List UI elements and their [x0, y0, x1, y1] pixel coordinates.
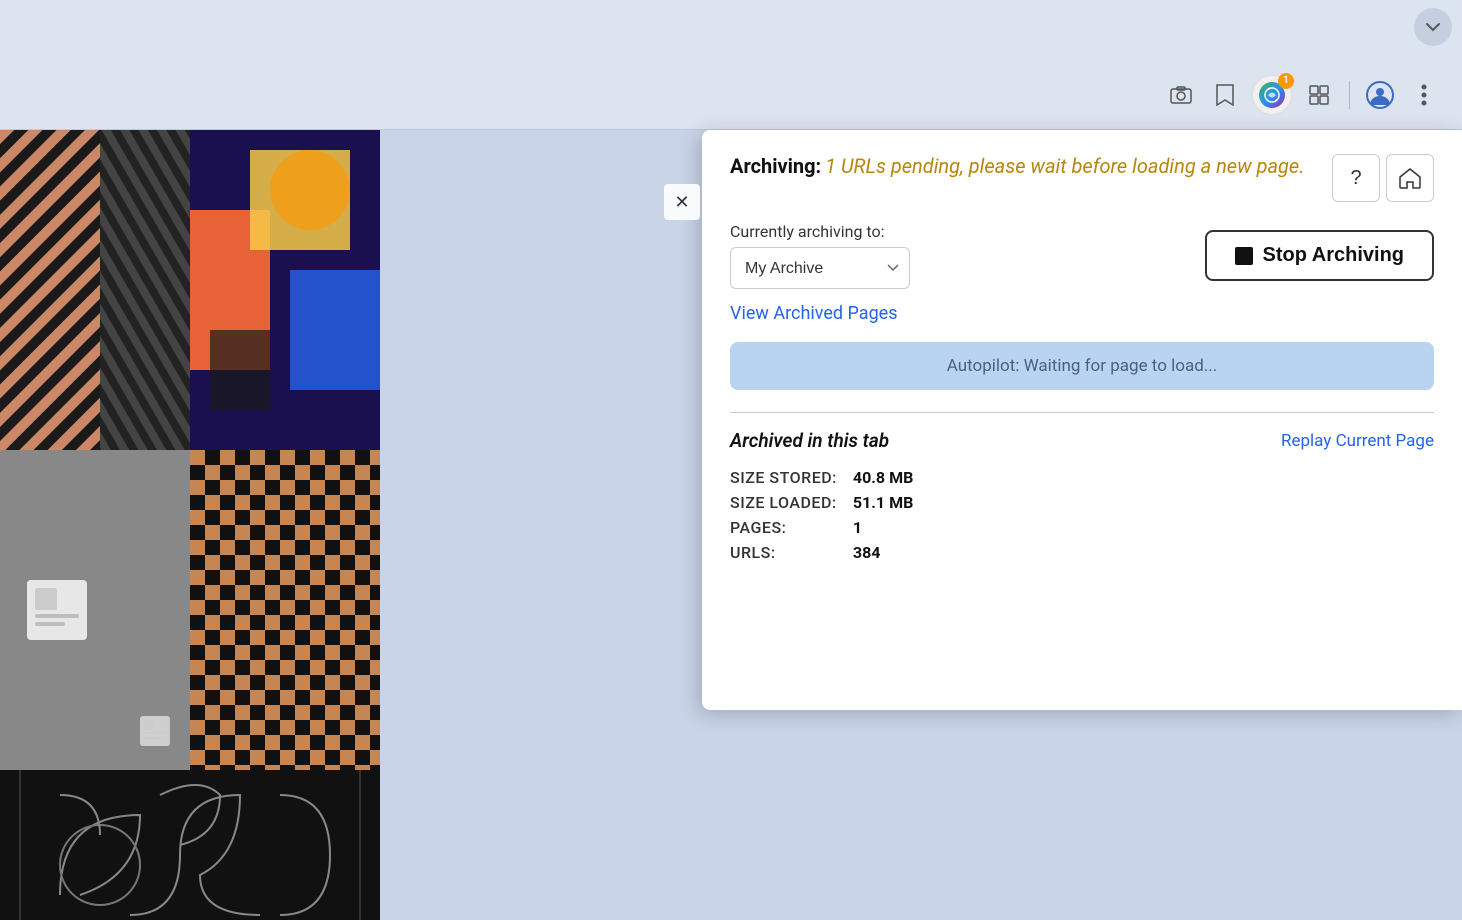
- collapse-button[interactable]: [1414, 8, 1452, 46]
- bookmark-button[interactable]: [1207, 77, 1243, 113]
- header-buttons: ?: [1332, 154, 1434, 202]
- image-cell-1: [0, 130, 190, 450]
- menu-dots-button[interactable]: [1406, 77, 1442, 113]
- archive-row: Currently archiving to: My Archive Stop …: [730, 222, 1434, 289]
- autopilot-status-bar: Autopilot: Waiting for page to load...: [730, 342, 1434, 390]
- archive-selector-group: Currently archiving to: My Archive: [730, 222, 910, 289]
- urls-value: 384: [853, 543, 1434, 562]
- currently-archiving-label: Currently archiving to:: [730, 222, 910, 241]
- size-loaded-value: 51.1 MB: [853, 493, 1434, 512]
- stop-archiving-label: Stop Archiving: [1263, 244, 1404, 267]
- archived-tab-label: Archived in this tab: [730, 429, 889, 452]
- extensions-button[interactable]: [1301, 77, 1337, 113]
- close-panel-button[interactable]: ✕: [664, 184, 700, 220]
- autopilot-status-text: Autopilot: Waiting for page to load...: [947, 356, 1217, 376]
- stats-section: Archived in this tab Replay Current Page…: [730, 412, 1434, 562]
- size-stored-key: SIZE STORED:: [730, 468, 837, 487]
- view-archived-pages-link[interactable]: View Archived Pages: [730, 303, 1434, 324]
- stats-table: SIZE STORED: 40.8 MB SIZE LOADED: 51.1 M…: [730, 468, 1434, 562]
- replay-current-page-link[interactable]: Replay Current Page: [1281, 431, 1434, 451]
- extension-badge: 1: [1278, 73, 1294, 89]
- image-cell-3: [0, 450, 190, 770]
- pages-value: 1: [853, 518, 1434, 537]
- archiving-label: Archiving:: [730, 154, 821, 178]
- help-button[interactable]: ?: [1332, 154, 1380, 202]
- image-cell-4: [190, 450, 380, 770]
- pages-key: PAGES:: [730, 518, 837, 537]
- stop-icon: [1235, 247, 1253, 265]
- popup-header: Archiving: 1 URLs pending, please wait b…: [730, 154, 1434, 202]
- main-content: ✕ Archiving: 1 URLs pending, please wait…: [0, 130, 1462, 920]
- profile-button[interactable]: [1362, 77, 1398, 113]
- image-cell-2: [190, 130, 380, 450]
- popup-panel: Archiving: 1 URLs pending, please wait b…: [702, 130, 1462, 710]
- stats-header: Archived in this tab Replay Current Page: [730, 429, 1434, 452]
- stop-archiving-button[interactable]: Stop Archiving: [1205, 230, 1434, 281]
- image-cell-5: [0, 770, 380, 920]
- browser-top-bar: [0, 0, 1462, 60]
- archive-select[interactable]: My Archive: [730, 247, 910, 289]
- archiving-status: Archiving: 1 URLs pending, please wait b…: [730, 154, 1316, 178]
- image-grid: [0, 130, 380, 920]
- size-stored-value: 40.8 MB: [853, 468, 1434, 487]
- archiving-message: 1 URLs pending, please wait before loadi…: [825, 154, 1304, 178]
- size-loaded-key: SIZE LOADED:: [730, 493, 837, 512]
- toolbar-divider: [1349, 81, 1350, 109]
- home-button[interactable]: [1386, 154, 1434, 202]
- screenshot-button[interactable]: [1163, 77, 1199, 113]
- browser-toolbar: 1: [0, 60, 1462, 130]
- urls-key: URLS:: [730, 543, 837, 562]
- extension-button[interactable]: 1: [1251, 74, 1293, 116]
